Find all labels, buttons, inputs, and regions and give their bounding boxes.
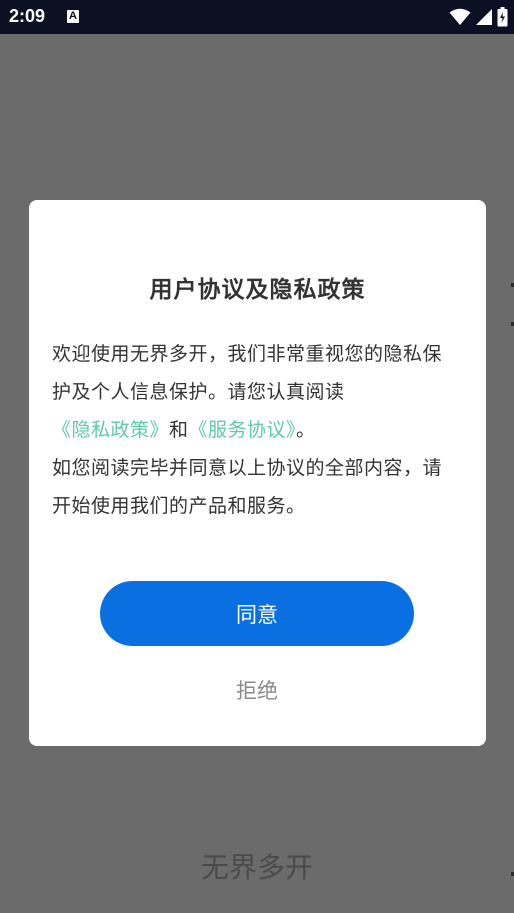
and-text: 和 — [169, 419, 189, 441]
reject-button[interactable]: 拒绝 — [207, 672, 307, 708]
dialog-title: 用户协议及隐私政策 — [149, 277, 366, 303]
background-app-name: 无界多开 — [200, 851, 313, 884]
service-agreement-link[interactable]: 《服务协议》 — [189, 419, 297, 441]
status-time: 2:09 — [9, 6, 46, 26]
body-intro-text: 欢迎使用无界多开，我们非常重视您的隐私保护及个人信息保护。请您认真阅读 — [52, 343, 443, 403]
privacy-policy-link[interactable]: 《隐私政策》 — [52, 419, 169, 441]
notification-a-icon: A — [67, 10, 79, 23]
status-bar: 2:09 A — [0, 0, 514, 34]
dialog-body: 欢迎使用无界多开，我们非常重视您的隐私保护及个人信息保护。请您认真阅读《隐私政策… — [52, 335, 457, 525]
wifi-icon — [449, 8, 471, 25]
battery-icon — [497, 7, 508, 27]
privacy-dialog: 用户协议及隐私政策 欢迎使用无界多开，我们非常重视您的隐私保护及个人信息保护。请… — [29, 200, 486, 746]
signal-icon — [476, 9, 492, 25]
status-icons — [449, 7, 508, 27]
period-text: 。 — [296, 419, 316, 441]
body-outro-text: 如您阅读完毕并同意以上协议的全部内容，请开始使用我们的产品和服务。 — [52, 457, 443, 517]
agree-button[interactable]: 同意 — [100, 581, 414, 646]
